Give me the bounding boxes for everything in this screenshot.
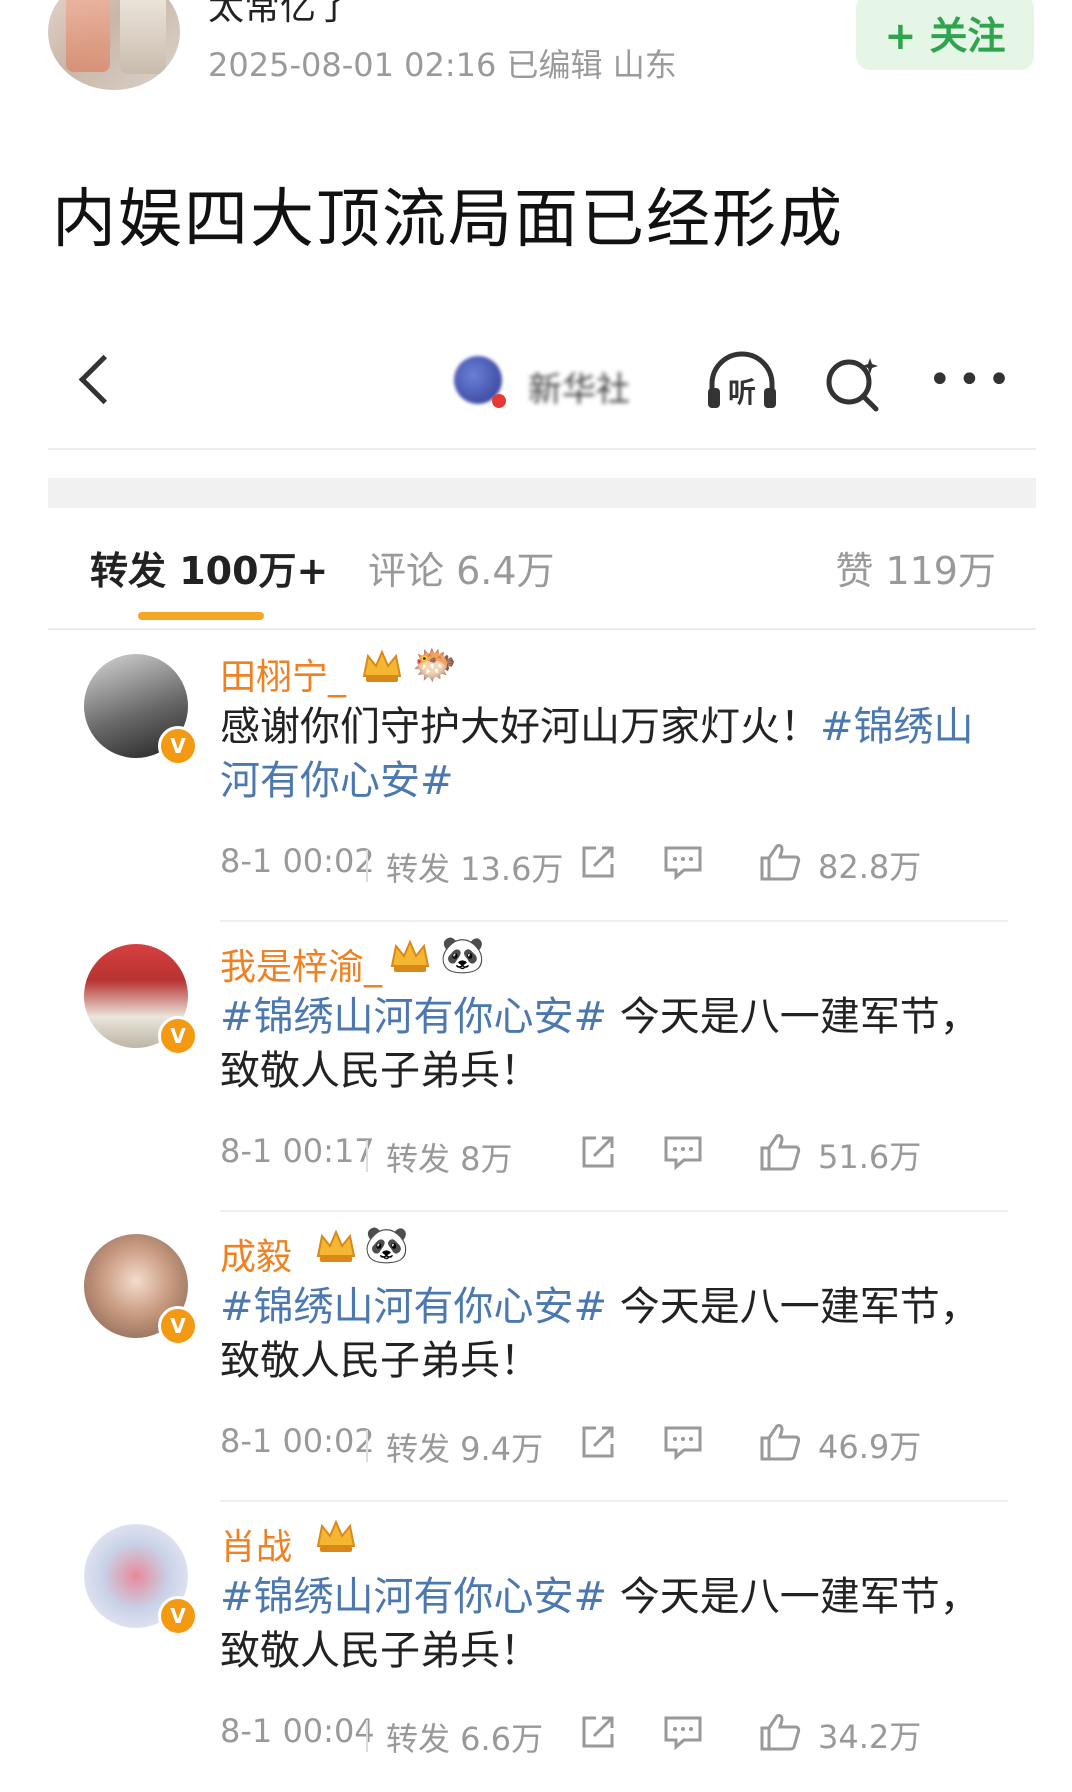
interaction-tabs: 转发 100万+ 评论 6.4万 赞 119万 [48, 540, 1036, 630]
repost-count[interactable]: 转发 6.6万 [386, 1714, 543, 1760]
divider [366, 1720, 368, 1752]
embedded-screenshot: 新华社 听 ••• 转发 100万+ 评论 6.4万 赞 119万 V 田栩宁_… [48, 300, 1036, 1790]
post-title: 内娱四大顶流局面已经形成 [52, 183, 844, 257]
verified-badge-icon: V [158, 1306, 198, 1346]
repost-text: #锦绣山河有你心安# 今天是八一建军节，致敬人民子弟兵！ [220, 1280, 1010, 1388]
hashtag-link[interactable]: #锦绣山河有你心安# [220, 994, 607, 1040]
repost-footer: 8-1 00:02 转发 13.6万 82.8万 [220, 842, 1020, 892]
repost-item: V 我是梓渝_ 🐼 #锦绣山河有你心安# 今天是八一建军节，致敬人民子弟兵！ 8… [48, 922, 1036, 1212]
like-count: 34.2万 [818, 1718, 922, 1756]
comment-icon[interactable] [662, 844, 704, 880]
divider [366, 1140, 368, 1172]
avatar-photo-cup [66, 0, 110, 72]
timestamp: 8-1 00:17 [220, 1132, 375, 1170]
panda-badge-icon: 🐼 [440, 935, 485, 976]
hashtag-link[interactable]: #锦绣山河有你心安# [220, 1284, 607, 1330]
repost-text: #锦绣山河有你心安# 今天是八一建军节，致敬人民子弟兵！ [220, 1570, 1010, 1678]
repost-item: V 肖战 #锦绣山河有你心安# 今天是八一建军节，致敬人民子弟兵！ 8-1 00… [48, 1502, 1036, 1792]
repost-body: 感谢你们守护大好河山万家灯火！ [220, 704, 820, 750]
like-thumb-icon[interactable] [758, 1422, 802, 1462]
user-name[interactable]: 成毅 [220, 1228, 292, 1280]
tab-repost[interactable]: 转发 100万+ [90, 540, 328, 595]
notification-dot [492, 394, 506, 408]
embedded-top-bar: 新华社 听 ••• [48, 300, 1036, 450]
user-name[interactable]: 肖战 [220, 1518, 292, 1570]
like-thumb-icon[interactable] [758, 1712, 802, 1752]
repost-text: 感谢你们守护大好河山万家灯火！#锦绣山河有你心安# [220, 700, 1010, 808]
share-icon[interactable] [578, 842, 618, 882]
comment-icon[interactable] [662, 1134, 704, 1170]
repost-text: #锦绣山河有你心安# 今天是八一建军节，致敬人民子弟兵！ [220, 990, 1010, 1098]
verified-badge-icon: V [158, 1016, 198, 1056]
repost-footer: 8-1 00:17 转发 8万 51.6万 [220, 1132, 1020, 1182]
repost-item: V 田栩宁_ 🐡 感谢你们守护大好河山万家灯火！#锦绣山河有你心安# 8-1 0… [48, 632, 1036, 922]
like-thumb-icon[interactable] [758, 842, 802, 882]
repost-count[interactable]: 转发 9.4万 [386, 1424, 543, 1470]
post-author-name[interactable]: 太常亿了 [208, 0, 352, 30]
like-count: 46.9万 [818, 1428, 922, 1466]
user-name[interactable]: 我是梓渝_ [220, 938, 382, 990]
timestamp: 8-1 00:04 [220, 1712, 375, 1750]
search-icon[interactable] [824, 354, 882, 412]
hashtag-link[interactable]: #锦绣山河有你心安# [220, 1574, 607, 1620]
member-crown-icon [316, 1229, 356, 1262]
share-icon[interactable] [578, 1422, 618, 1462]
comment-icon[interactable] [662, 1714, 704, 1750]
fan-badge-icon: 🐡 [412, 645, 457, 686]
repost-count[interactable]: 转发 13.6万 [386, 844, 563, 890]
member-crown-icon [390, 939, 430, 972]
back-arrow-icon[interactable] [78, 354, 129, 405]
like-count: 51.6万 [818, 1138, 922, 1176]
follow-button-label: + 关注 [884, 13, 1006, 58]
verified-badge-icon: V [158, 1596, 198, 1636]
share-icon[interactable] [578, 1132, 618, 1172]
repost-count[interactable]: 转发 8万 [386, 1134, 513, 1180]
avatar-photo-cup [120, 0, 166, 74]
member-crown-icon [362, 649, 402, 682]
repost-footer: 8-1 00:02 转发 9.4万 46.9万 [220, 1422, 1020, 1472]
like-thumb-icon[interactable] [758, 1132, 802, 1172]
share-icon[interactable] [578, 1712, 618, 1752]
active-tab-indicator [138, 612, 264, 620]
timestamp: 8-1 00:02 [220, 1422, 375, 1460]
tab-like[interactable]: 赞 119万 [835, 540, 996, 595]
repost-item: V 成毅 🐼 #锦绣山河有你心安# 今天是八一建军节，致敬人民子弟兵！ 8-1 … [48, 1212, 1036, 1502]
post-meta: 2025-08-01 02:16 已编辑 山东 [208, 46, 677, 84]
timestamp: 8-1 00:02 [220, 842, 375, 880]
post-author-avatar[interactable] [48, 0, 180, 90]
account-name[interactable]: 新华社 [528, 362, 630, 411]
user-name[interactable]: 田栩宁_ [220, 648, 346, 700]
tab-comment[interactable]: 评论 6.4万 [368, 540, 555, 595]
member-crown-icon [316, 1519, 356, 1552]
panda-badge-icon: 🐼 [364, 1225, 409, 1266]
divider [366, 850, 368, 882]
listen-icon[interactable]: 听 [706, 350, 778, 412]
comment-icon[interactable] [662, 1424, 704, 1460]
like-count: 82.8万 [818, 848, 922, 886]
section-separator [48, 478, 1036, 508]
follow-button[interactable]: + 关注 [856, 0, 1034, 70]
svg-text:听: 听 [728, 376, 756, 409]
verified-badge-icon: V [158, 726, 198, 766]
repost-footer: 8-1 00:04 转发 6.6万 34.2万 [220, 1712, 1020, 1762]
divider [366, 1430, 368, 1462]
more-icon[interactable]: ••• [928, 360, 1017, 400]
